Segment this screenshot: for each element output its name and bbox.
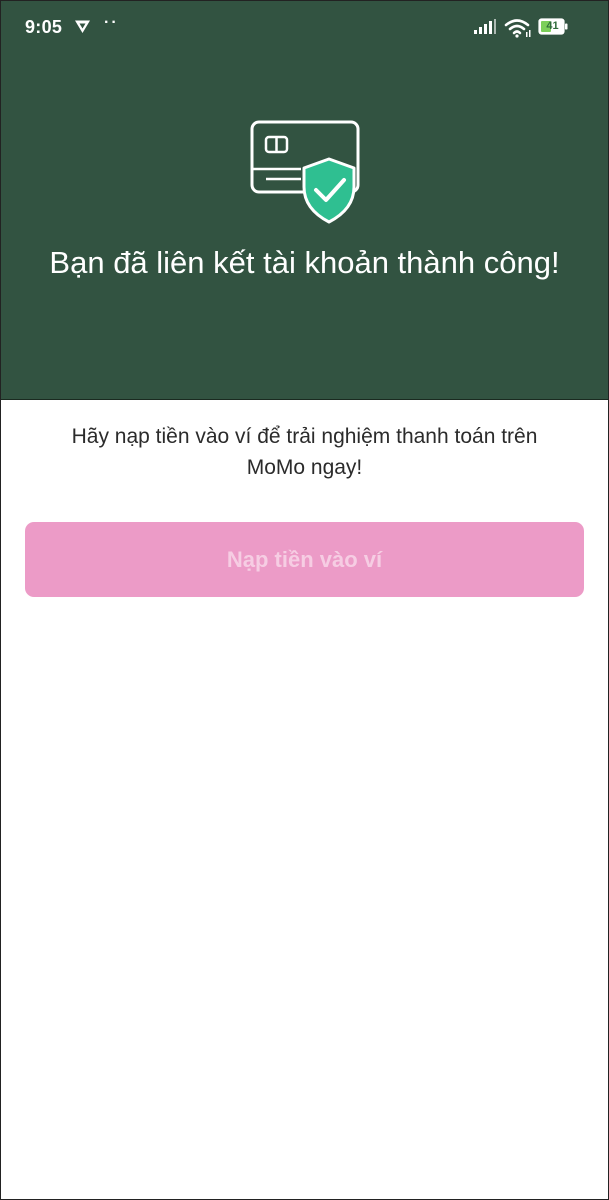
vpn-shield-icon xyxy=(74,19,91,39)
success-title: Bạn đã liên kết tài khoản thành công! xyxy=(49,245,560,280)
status-time: 9:05 xyxy=(25,17,63,37)
notification-dots: ·· xyxy=(104,14,119,31)
success-header: 9:05 ·· 41 Bạn đã liên kết tài khoản thà… xyxy=(1,1,608,400)
screen: 9:05 ·· 41 Bạn đã liên kết tài khoản thà… xyxy=(0,0,609,1200)
battery-icon: 41 xyxy=(538,18,568,35)
signal-bars-icon xyxy=(473,19,497,40)
wifi-icon xyxy=(504,18,532,43)
status-bar: 9:05 ·· 41 xyxy=(1,1,608,55)
topup-wallet-button[interactable]: Nạp tiền vào ví xyxy=(25,522,584,597)
topup-prompt-text: Hãy nạp tiền vào ví để trải nghiệm thanh… xyxy=(71,425,538,479)
card-shield-check-icon xyxy=(249,119,363,230)
battery-level: 41 xyxy=(546,20,559,32)
